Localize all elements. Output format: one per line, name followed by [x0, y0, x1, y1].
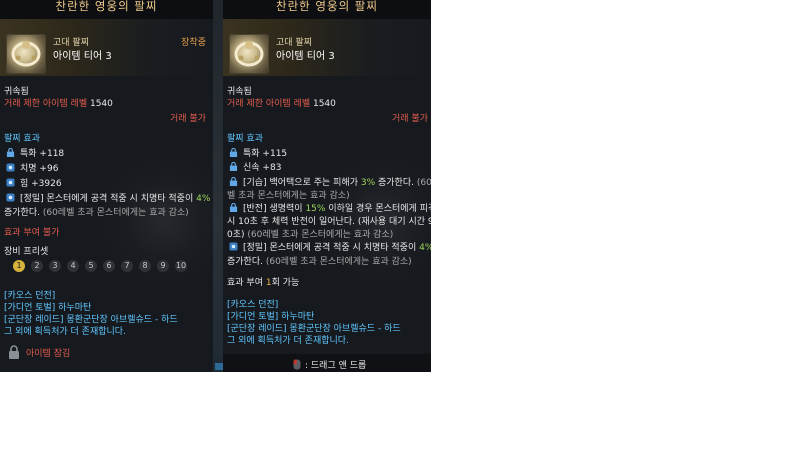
lock-icon — [229, 203, 238, 212]
stat-label: 특화 +118 — [20, 149, 65, 159]
engrave-icon — [229, 242, 238, 251]
grant-status: 효과 부여 1회 가능 — [227, 275, 299, 288]
effect-title: 팔찌 효과 — [227, 134, 263, 144]
effect-note: (60레벨 초과 몬스터에게는 효과 감소) — [244, 230, 394, 240]
preset-button-2[interactable]: 2 — [31, 260, 43, 272]
effect-prefix: [기습] — [243, 178, 267, 188]
special-effect: [반전] 생명력이 15% 이하일 경우 몬스터에게 피격 — [229, 201, 431, 214]
item-tooltip-compare: 찬란한 영웅의 팔찌 고대 팔찌 아이템 티어 3 귀속됨 거래 제한 아이템 … — [223, 0, 431, 372]
effect-note: (60레벨 초과 몬스터에게는 효과 감소) — [262, 257, 412, 267]
source-item: 그 외에 획득처가 더 존재합니다. — [227, 336, 349, 346]
lock-icon — [229, 148, 238, 157]
item-tier: 아이템 티어 3 — [53, 51, 112, 62]
effect-value: 4% — [419, 243, 431, 253]
effect-prefix: [정밀] — [20, 194, 44, 204]
item-title: 찬란한 영웅의 팔찌 — [0, 0, 213, 19]
effect-title: 팔찌 효과 — [4, 134, 40, 144]
special-effect-line2: 증가한다. (60레벨 초과 몬스터에게는 효과 감소) — [4, 205, 189, 218]
effect-text: 0초) — [227, 230, 245, 240]
item-tier: 아이템 티어 3 — [276, 51, 335, 62]
stat-row: 힘 +3926 — [6, 176, 62, 189]
lock-icon — [229, 162, 238, 171]
engrave-icon — [6, 193, 15, 202]
preset-selector: 1 2 3 4 5 6 7 8 9 10 — [13, 260, 187, 272]
special-effect: [정밀] 몬스터에게 공격 적중 시 치명타 적중이 4% — [6, 191, 210, 204]
stat-label: 힘 +3926 — [20, 179, 62, 189]
trade-level-label: 거래 제한 아이템 레벨 — [227, 99, 311, 109]
engrave-icon — [6, 178, 15, 187]
effect-prefix: [정밀] — [243, 243, 267, 253]
grant-text: 효과 부여 — [227, 278, 266, 288]
preset-button-4[interactable]: 4 — [67, 260, 79, 272]
trade-level: 거래 제한 아이템 레벨 1540 — [4, 96, 113, 109]
effect-line: 증가한다. (60레벨 초과 몬스터에게는 효과 감소) — [227, 254, 412, 267]
drag-label: : 드래그 앤 드롭 — [305, 361, 367, 371]
effect-line: 시 10초 후 체력 반전이 일어난다. (재사용 대기 시간 90 — [227, 217, 431, 227]
stat-row: 신속 +83 — [229, 160, 281, 173]
engrave-icon — [6, 163, 15, 172]
trade-level-label: 거래 제한 아이템 레벨 — [4, 99, 88, 109]
bracelet-icon — [6, 34, 46, 74]
effect-text: 백어택으로 주는 피해가 — [266, 178, 361, 188]
effect-text: 몬스터에게 공격 적중 시 치명타 적중이 — [43, 194, 197, 204]
trade-level-value: 1540 — [89, 99, 113, 109]
stat-label: 신속 +83 — [243, 163, 282, 173]
effect-value: 4% — [196, 194, 211, 204]
item-lock-status: 아이템 잠김 — [7, 345, 70, 359]
special-effect: [정밀] 몬스터에게 공격 적중 시 치명타 적중이 4% — [229, 240, 431, 253]
preset-button-6[interactable]: 6 — [103, 260, 115, 272]
stat-row: 특화 +115 — [229, 146, 287, 159]
effect-value: 15% — [305, 204, 326, 214]
preset-button-9[interactable]: 9 — [157, 260, 169, 272]
source-item: 그 외에 획득처가 더 존재합니다. — [4, 327, 126, 337]
effect-text: 증가한다. — [375, 178, 414, 188]
trade-status: 거래 불가 — [170, 114, 206, 124]
lock-icon — [6, 148, 15, 157]
trade-level-value: 1540 — [312, 99, 336, 109]
equipped-badge: 장착중 — [181, 38, 206, 48]
item-header: 고대 팔찌 아이템 티어 3 장착중 — [0, 19, 213, 76]
effect-text: 생명력이 — [266, 204, 306, 214]
grant-text: 회 가능 — [271, 278, 300, 288]
item-tooltip-equipped: 찬란한 영웅의 팔찌 고대 팔찌 아이템 티어 3 장착중 귀속됨 거래 제한 … — [0, 0, 213, 372]
panel-divider — [213, 0, 231, 372]
preset-button-10[interactable]: 10 — [175, 260, 187, 272]
stat-label: 특화 +115 — [243, 149, 288, 159]
effect-note-line: 벨 초과 몬스터에게는 효과 감소) — [227, 191, 350, 201]
drag-hint: : 드래그 앤 드롭 — [293, 358, 366, 371]
effect-text: 몬스터에게 공격 적중 시 치명타 적중이 — [266, 243, 420, 253]
grant-status: 효과 부여 불가 — [4, 228, 60, 238]
preset-button-1[interactable]: 1 — [13, 260, 25, 272]
tooltip-footer: : 드래그 앤 드롭 — [223, 354, 431, 372]
stat-label: 치명 +96 — [20, 164, 59, 174]
preset-button-7[interactable]: 7 — [121, 260, 133, 272]
effect-note: (60레벨 초과 몬스터에게는 효과 감소) — [39, 208, 189, 218]
stat-row: 특화 +118 — [6, 146, 64, 159]
effect-note: (60레 — [416, 178, 431, 188]
item-header: 고대 팔찌 아이템 티어 3 — [223, 19, 431, 76]
preset-button-3[interactable]: 3 — [49, 260, 61, 272]
mouse-icon — [293, 359, 301, 370]
effect-line: 0초) (60레벨 초과 몬스터에게는 효과 감소) — [227, 227, 393, 240]
trade-status: 거래 불가 — [392, 114, 428, 124]
lock-label: 아이템 잠김 — [26, 349, 71, 359]
stat-row: 치명 +96 — [6, 161, 58, 174]
trade-level: 거래 제한 아이템 레벨 1540 — [227, 96, 336, 109]
effect-text: 이하일 경우 몬스터에게 피격 — [325, 204, 431, 214]
padlock-icon — [9, 345, 19, 359]
preset-label: 장비 프리셋 — [4, 247, 49, 257]
effect-prefix: [반전] — [243, 204, 267, 214]
preset-button-8[interactable]: 8 — [139, 260, 151, 272]
preset-button-5[interactable]: 5 — [85, 260, 97, 272]
effect-value: 3% — [360, 178, 376, 188]
special-effect: [기습] 백어택으로 주는 피해가 3% 증가한다. (60레 — [229, 175, 431, 188]
bracelet-icon — [229, 34, 269, 74]
item-title: 찬란한 영웅의 팔찌 — [223, 0, 431, 19]
effect-text: 증가한다. — [227, 257, 263, 267]
lock-icon — [229, 177, 238, 186]
effect-line2: 증가한다. — [4, 208, 40, 218]
